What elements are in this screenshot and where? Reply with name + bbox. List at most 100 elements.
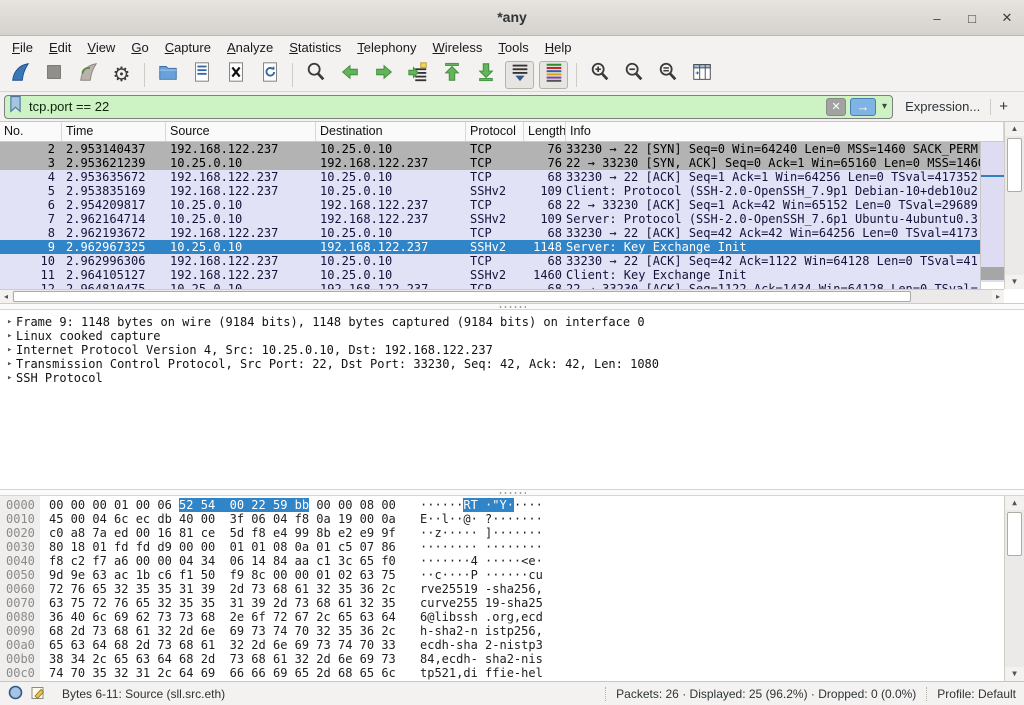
profile-text[interactable]: Profile: Default (937, 687, 1016, 701)
capture-file-properties-icon[interactable] (8, 685, 23, 703)
zoom-in-button[interactable] (585, 61, 614, 89)
menu-tools[interactable]: Tools (490, 38, 536, 57)
save-file-button[interactable] (187, 61, 216, 89)
hex-row-00b0[interactable]: 00b038 34 2c 65 63 64 68 2d 73 68 61 32 … (0, 652, 1024, 666)
go-forward-button[interactable] (369, 61, 398, 89)
go-to-packet-button[interactable] (403, 61, 432, 89)
colorize-button[interactable] (539, 61, 568, 89)
resize-columns-button[interactable] (687, 61, 716, 89)
find-packet-button[interactable] (301, 61, 330, 89)
packet-row-6[interactable]: 62.95420981710.25.0.10192.168.122.237TCP… (0, 198, 980, 212)
expander-icon[interactable]: ▸ (0, 371, 16, 385)
packet-row-3[interactable]: 32.95362123910.25.0.10192.168.122.237TCP… (0, 156, 980, 170)
go-last-packet-button[interactable] (471, 61, 500, 89)
vertical-scroll-thumb[interactable] (1007, 138, 1022, 192)
expert-info-icon[interactable] (31, 685, 46, 703)
scroll-up-arrow-icon[interactable]: ▲ (1005, 496, 1024, 510)
close-button[interactable]: ✕ (1000, 10, 1014, 26)
maximize-button[interactable]: □ (965, 11, 979, 26)
open-file-button[interactable] (153, 61, 182, 89)
vertical-scroll-thumb[interactable] (1007, 512, 1022, 556)
capture-options-button[interactable]: ⚙ (107, 61, 136, 89)
detail-frame[interactable]: ▸Frame 9: 1148 bytes on wire (9184 bits)… (0, 315, 1024, 329)
expression-button[interactable]: Expression... (905, 99, 980, 114)
zoom-out-button[interactable] (619, 61, 648, 89)
column-header-length[interactable]: Length (524, 122, 566, 141)
packet-row-8[interactable]: 82.962193672192.168.122.23710.25.0.10TCP… (0, 226, 980, 240)
scroll-up-arrow-icon[interactable]: ▲ (1005, 122, 1024, 136)
stop-capture-button[interactable] (39, 61, 68, 89)
column-header-destination[interactable]: Destination (316, 122, 466, 141)
horizontal-scroll-thumb[interactable] (13, 291, 911, 302)
packet-row-9-selected[interactable]: 92.96296732510.25.0.10192.168.122.237SSH… (0, 240, 980, 254)
hex-row-0040[interactable]: 0040f8 c2 f7 a6 00 00 04 34 06 14 84 aa … (0, 554, 1024, 568)
hex-row-0010[interactable]: 001045 00 04 6c ec db 40 00 3f 06 04 f8 … (0, 512, 1024, 526)
packet-list-vertical-scrollbar[interactable]: ▲ ▼ (1004, 122, 1024, 289)
packet-row-5[interactable]: 52.953835169192.168.122.23710.25.0.10SSH… (0, 184, 980, 198)
packet-row-10[interactable]: 102.962996306192.168.122.23710.25.0.10TC… (0, 254, 980, 268)
scroll-down-arrow-icon[interactable]: ▼ (1005, 667, 1024, 681)
column-header-time[interactable]: Time (62, 122, 166, 141)
hex-row-0080[interactable]: 008036 40 6c 69 62 73 73 68 2e 6f 72 67 … (0, 610, 1024, 624)
packet-row-11[interactable]: 112.964105127192.168.122.23710.25.0.10SS… (0, 268, 980, 282)
menu-statistics[interactable]: Statistics (281, 38, 349, 57)
filter-value[interactable]: tcp.port == 22 (26, 99, 822, 114)
close-file-button[interactable] (221, 61, 250, 89)
hex-row-0020[interactable]: 0020c0 a8 7a ed 00 16 81 ce 5d f8 e4 99 … (0, 526, 1024, 540)
detail-tcp[interactable]: ▸Transmission Control Protocol, Src Port… (0, 357, 1024, 371)
go-first-packet-button[interactable] (437, 61, 466, 89)
hex-row-0090[interactable]: 009068 2d 73 68 61 32 2d 6e 69 73 74 70 … (0, 624, 1024, 638)
column-header-protocol[interactable]: Protocol (466, 122, 524, 141)
menu-go[interactable]: Go (123, 38, 156, 57)
menu-help[interactable]: Help (537, 38, 580, 57)
auto-scroll-icon (509, 61, 531, 88)
scroll-down-arrow-icon[interactable]: ▼ (1005, 275, 1024, 289)
hex-row-0060[interactable]: 006072 76 65 32 35 35 31 39 2d 73 68 61 … (0, 582, 1024, 596)
menu-file[interactable]: File (4, 38, 41, 57)
display-filter-input[interactable]: tcp.port == 22 ✕ → ▾ (4, 95, 893, 119)
expander-icon[interactable]: ▸ (0, 343, 16, 357)
add-filter-button[interactable]: + (991, 98, 1016, 115)
hex-row-0000[interactable]: 000000 00 00 01 00 06 52 54 00 22 59 bb … (0, 498, 1024, 512)
start-capture-button[interactable] (5, 61, 34, 89)
hex-row-0030[interactable]: 003080 18 01 fd fd d9 00 00 01 01 08 0a … (0, 540, 1024, 554)
menu-edit[interactable]: Edit (41, 38, 79, 57)
packet-list-horizontal-scrollbar[interactable]: ◂ ▸ (0, 289, 1004, 303)
restart-capture-button[interactable] (73, 61, 102, 89)
menu-analyze[interactable]: Analyze (219, 38, 281, 57)
intelligent-scrollbar-minimap[interactable] (980, 142, 1004, 289)
hex-row-0050[interactable]: 00509d 9e 63 ac 1b c6 f1 50 f9 8c 00 00 … (0, 568, 1024, 582)
hex-row-00a0[interactable]: 00a065 63 64 68 2d 73 68 61 32 2d 6e 69 … (0, 638, 1024, 652)
packet-row-4[interactable]: 42.953635672192.168.122.23710.25.0.10TCP… (0, 170, 980, 184)
detail-ip[interactable]: ▸Internet Protocol Version 4, Src: 10.25… (0, 343, 1024, 357)
column-header-info[interactable]: Info (566, 122, 1004, 141)
expander-icon[interactable]: ▸ (0, 329, 16, 343)
scroll-right-arrow-icon[interactable]: ▸ (992, 290, 1004, 303)
packet-row-7[interactable]: 72.96216471410.25.0.10192.168.122.237SSH… (0, 212, 980, 226)
scroll-left-arrow-icon[interactable]: ◂ (0, 290, 12, 303)
filter-dropdown-caret[interactable]: ▾ (880, 101, 889, 112)
detail-linux-cooked[interactable]: ▸Linux cooked capture (0, 329, 1024, 343)
menu-telephony[interactable]: Telephony (349, 38, 424, 57)
packet-row-2[interactable]: 22.953140437192.168.122.23710.25.0.10TCP… (0, 142, 980, 156)
hex-vertical-scrollbar[interactable]: ▲ ▼ (1004, 496, 1024, 681)
column-header-no[interactable]: No. (0, 122, 62, 141)
expander-icon[interactable]: ▸ (0, 357, 16, 371)
menu-capture[interactable]: Capture (157, 38, 219, 57)
menu-view[interactable]: View (79, 38, 123, 57)
filter-clear-button[interactable]: ✕ (826, 98, 846, 116)
zoom-100-button[interactable] (653, 61, 682, 89)
auto-scroll-button[interactable] (505, 61, 534, 89)
hex-row-0070[interactable]: 007063 75 72 76 65 32 35 35 31 39 2d 73 … (0, 596, 1024, 610)
expander-icon[interactable]: ▸ (0, 315, 16, 329)
menu-wireless[interactable]: Wireless (425, 38, 491, 57)
packet-row-12[interactable]: 122.96481047510.25.0.10192.168.122.237TC… (0, 282, 980, 289)
minimize-button[interactable]: – (930, 11, 944, 26)
go-back-button[interactable] (335, 61, 364, 89)
column-header-source[interactable]: Source (166, 122, 316, 141)
hex-row-00c0[interactable]: 00c074 70 35 32 31 2c 64 69 66 66 69 65 … (0, 666, 1024, 680)
reload-file-button[interactable] (255, 61, 284, 89)
detail-ssh[interactable]: ▸SSH Protocol (0, 371, 1024, 385)
bookmark-icon[interactable] (9, 95, 22, 118)
filter-apply-button[interactable]: → (850, 98, 876, 116)
